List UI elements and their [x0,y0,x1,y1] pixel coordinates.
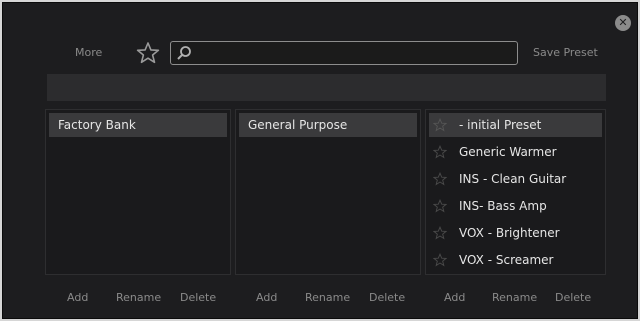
category-rename-button[interactable]: Rename [305,291,350,304]
preset-item[interactable]: Generic Warmer [429,140,602,164]
info-bar [47,74,606,101]
favorite-star-icon[interactable] [433,226,447,240]
bank-rename-button[interactable]: Rename [116,291,161,304]
preset-item-label: - initial Preset [459,118,542,132]
category-add-button[interactable]: Add [256,291,277,304]
bank-item[interactable]: Factory Bank [49,113,227,137]
more-button[interactable]: More [75,46,102,59]
save-preset-button[interactable]: Save Preset [533,46,598,59]
bank-delete-button[interactable]: Delete [180,291,216,304]
preset-item-label: INS - Clean Guitar [459,172,567,186]
favorites-filter-star-icon[interactable] [136,41,160,65]
search-field[interactable] [170,41,518,65]
preset-item-label: Generic Warmer [459,145,557,159]
preset-rename-button[interactable]: Rename [492,291,537,304]
preset-item[interactable]: INS- Bass Amp [429,194,602,218]
preset-item[interactable]: VOX - Brightener [429,221,602,245]
preset-item[interactable]: INS - Clean Guitar [429,167,602,191]
preset-item-label: INS- Bass Amp [459,199,547,213]
category-delete-button[interactable]: Delete [369,291,405,304]
preset-browser-window: ✕ More Save Preset Factory Bank General … [2,2,638,319]
category-item-label: General Purpose [248,118,348,132]
favorite-star-icon[interactable] [433,118,447,132]
preset-delete-button[interactable]: Delete [555,291,591,304]
preset-item-label: VOX - Brightener [459,226,560,240]
favorite-star-icon[interactable] [433,253,447,267]
preset-add-button[interactable]: Add [444,291,465,304]
search-input[interactable] [195,44,517,64]
bank-add-button[interactable]: Add [67,291,88,304]
category-item[interactable]: General Purpose [239,113,417,137]
favorite-star-icon[interactable] [433,199,447,213]
search-icon [177,46,191,60]
bank-list: Factory Bank [45,109,231,275]
close-icon[interactable]: ✕ [615,15,631,31]
preset-list: - initial Preset Generic Warmer INS - Cl… [425,109,606,275]
preset-item[interactable]: VOX - Screamer [429,248,602,272]
category-list: General Purpose [235,109,421,275]
favorite-star-icon[interactable] [433,145,447,159]
bank-item-label: Factory Bank [58,118,136,132]
preset-item[interactable]: - initial Preset [429,113,602,137]
favorite-star-icon[interactable] [433,172,447,186]
preset-item-label: VOX - Screamer [459,253,554,267]
